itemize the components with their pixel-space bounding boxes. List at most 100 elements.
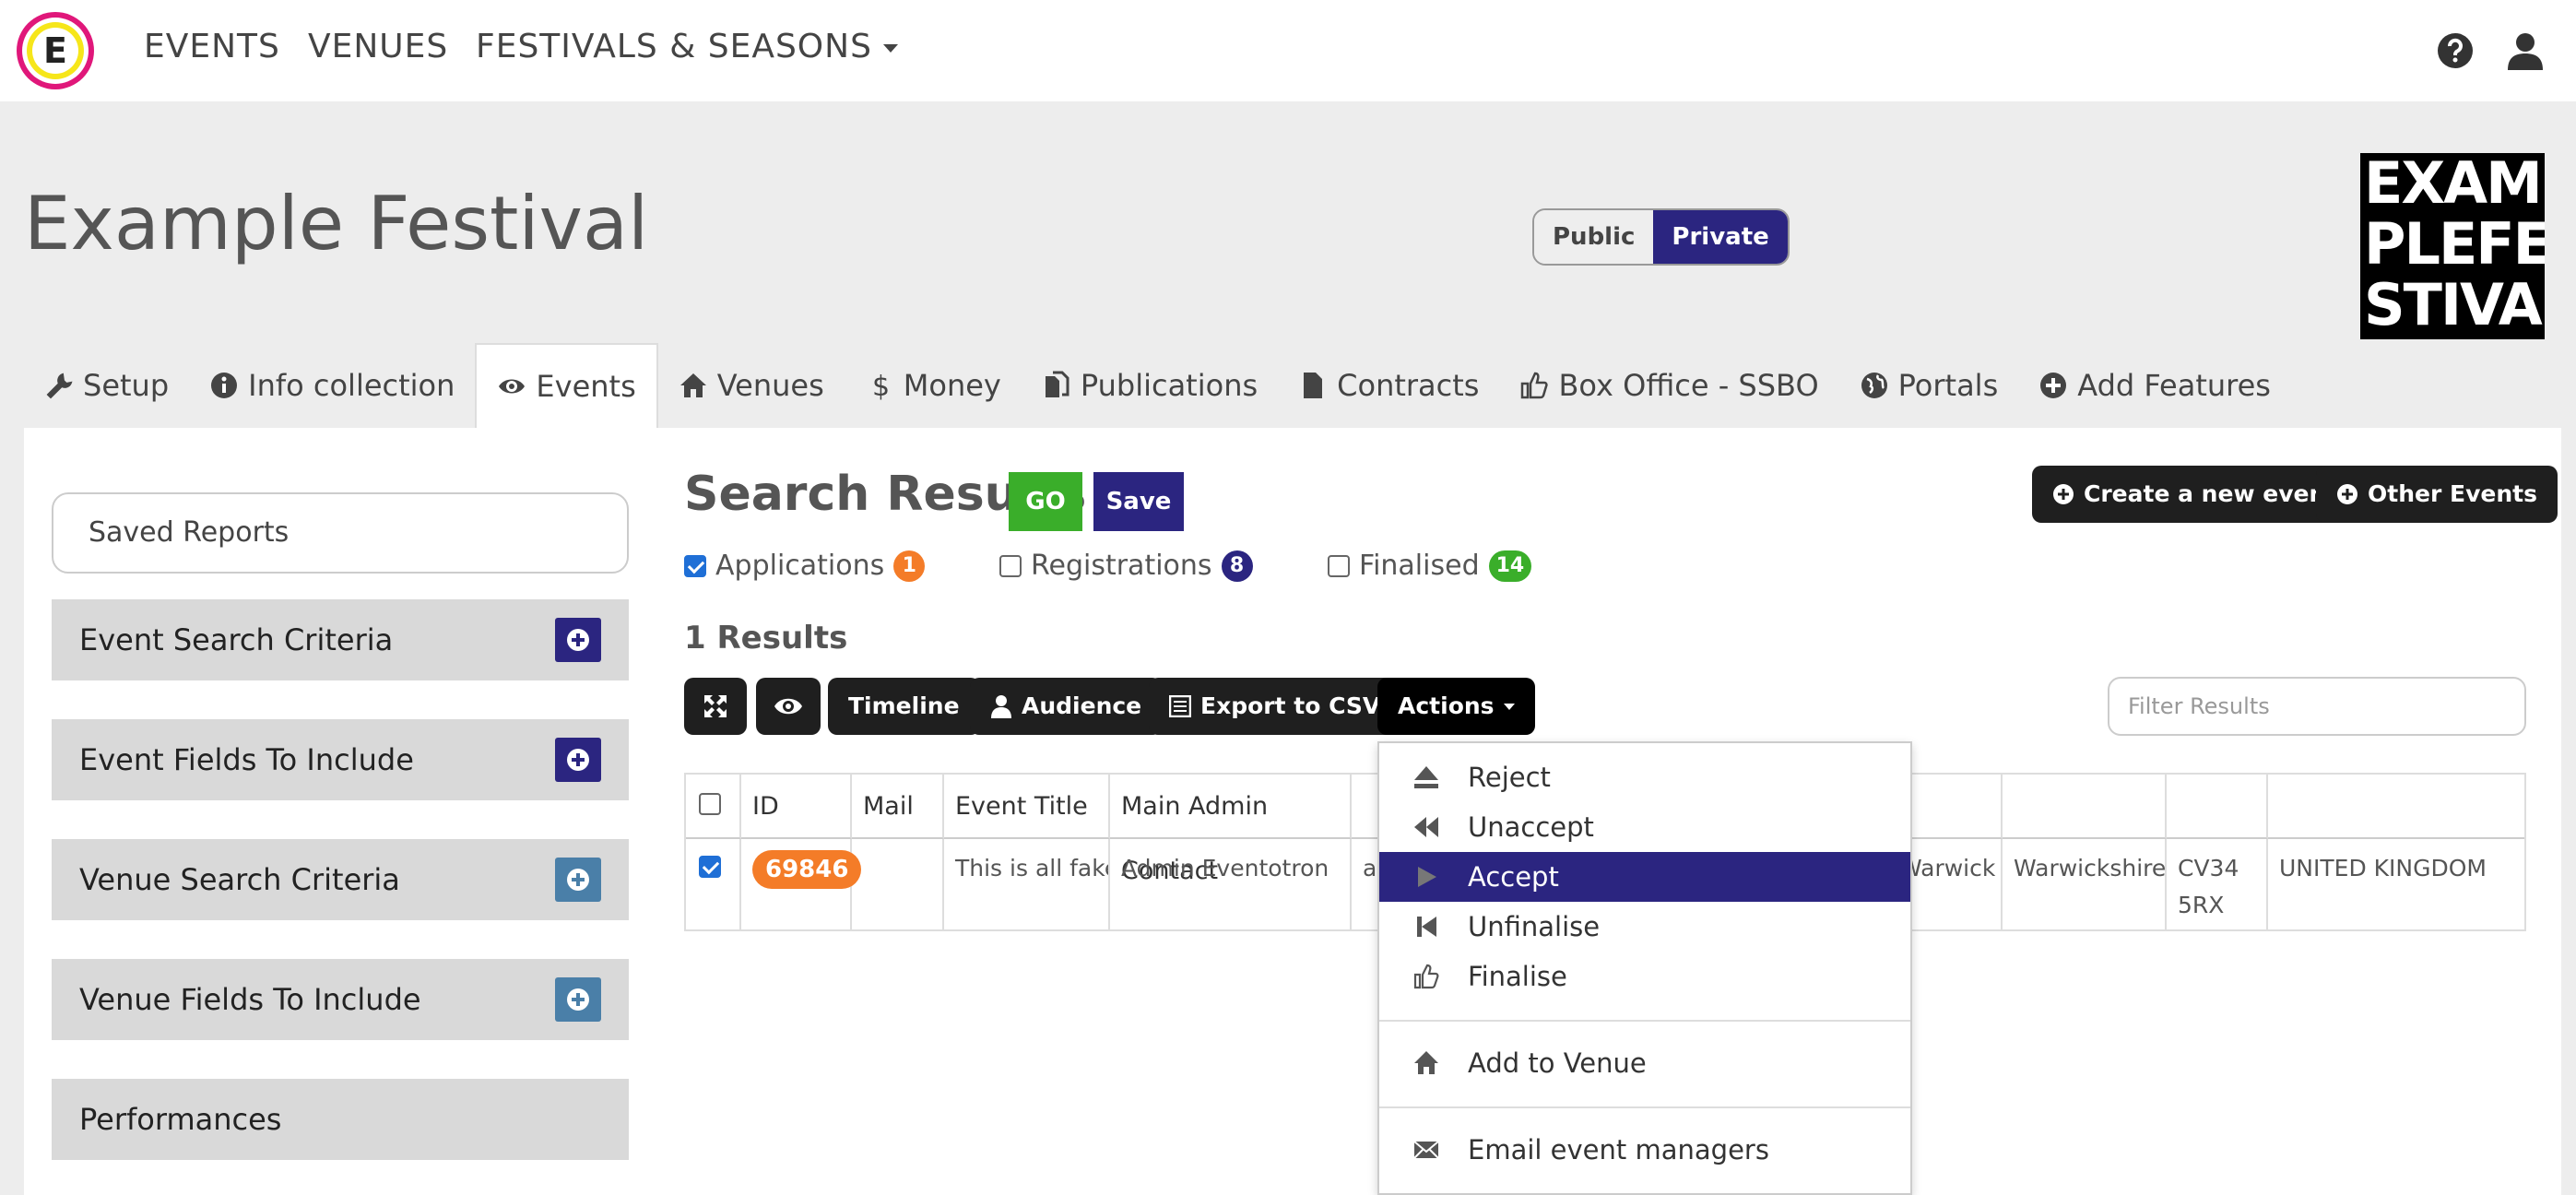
user-icon[interactable] bbox=[2506, 31, 2545, 70]
tab-label: Add Features bbox=[2077, 368, 2271, 403]
filter-applications[interactable]: Applications 1 bbox=[684, 550, 926, 582]
sidebar-event-fields[interactable]: Event Fields To Include bbox=[52, 719, 629, 800]
sidebar-performances[interactable]: Performances bbox=[52, 1079, 629, 1160]
actions-dropdown-menu: Reject Unaccept Accept Unfinalise Finali… bbox=[1377, 741, 1912, 1195]
menu-item-accept[interactable]: Accept bbox=[1379, 852, 1910, 902]
nav-festivals-seasons[interactable]: FESTIVALS & SEASONS bbox=[476, 28, 898, 65]
view-button[interactable] bbox=[756, 678, 821, 735]
tab-setup[interactable]: Setup bbox=[24, 343, 189, 428]
menu-item-label: Email event managers bbox=[1468, 1134, 1769, 1165]
expand-plus-icon[interactable] bbox=[555, 858, 601, 902]
menu-divider bbox=[1379, 1106, 1910, 1108]
menu-item-email-managers[interactable]: Email event managers bbox=[1379, 1125, 1910, 1175]
expand-plus-icon[interactable] bbox=[555, 977, 601, 1022]
tab-portals[interactable]: Portals bbox=[1839, 343, 2019, 428]
other-events-button[interactable]: Other Events bbox=[2316, 466, 2558, 523]
logo-letter: E bbox=[32, 28, 78, 74]
tab-label: Info collection bbox=[248, 368, 455, 403]
expand-button[interactable] bbox=[684, 678, 747, 735]
app-logo[interactable]: E bbox=[17, 12, 94, 89]
home-icon bbox=[1414, 1051, 1438, 1074]
sidebar-section-label: Event Fields To Include bbox=[79, 742, 414, 777]
sidebar-section-label: Performances bbox=[79, 1102, 282, 1137]
expand-plus-icon[interactable] bbox=[555, 738, 601, 782]
nav-venues[interactable]: VENUES bbox=[308, 28, 448, 65]
applications-checkbox[interactable] bbox=[684, 554, 706, 577]
tab-add-features[interactable]: Add Features bbox=[2018, 343, 2291, 428]
menu-item-unaccept[interactable]: Unaccept bbox=[1379, 802, 1910, 852]
tab-venues[interactable]: Venues bbox=[658, 343, 845, 428]
tab-contracts[interactable]: Contracts bbox=[1278, 343, 1499, 428]
row-select-cell bbox=[686, 839, 741, 931]
tab-money[interactable]: $ Money bbox=[845, 343, 1022, 428]
filter-label: Applications bbox=[715, 550, 885, 582]
menu-item-reject[interactable]: Reject bbox=[1379, 752, 1910, 802]
nav-events[interactable]: EVENTS bbox=[144, 28, 280, 65]
eject-icon bbox=[1414, 766, 1438, 788]
column-header-id[interactable]: ID bbox=[741, 775, 852, 839]
go-button[interactable]: GO bbox=[1009, 472, 1082, 531]
thumbs-up-icon bbox=[1521, 372, 1549, 399]
saved-reports-select[interactable]: Saved Reports bbox=[52, 492, 629, 574]
table-row-event-title: This is all fake bbox=[944, 839, 1110, 931]
help-icon[interactable] bbox=[2436, 31, 2475, 70]
table-row-country: UNITED KINGDOM bbox=[2279, 855, 2487, 881]
filter-results-input[interactable]: Filter Results bbox=[2108, 677, 2526, 736]
create-event-label: Create a new event bbox=[2084, 480, 2337, 507]
step-backward-icon bbox=[1417, 917, 1436, 937]
table-row-postcode: CV34 5RX bbox=[2167, 839, 2268, 931]
tab-box-office[interactable]: Box Office - SSBO bbox=[1499, 343, 1838, 428]
menu-item-label: Accept bbox=[1468, 861, 1559, 893]
filter-registrations[interactable]: Registrations 8 bbox=[999, 550, 1253, 582]
actions-dropdown-button[interactable]: Actions bbox=[1377, 678, 1535, 735]
wrench-icon bbox=[46, 373, 73, 399]
export-csv-button[interactable]: Export to CSV bbox=[1149, 678, 1401, 735]
tab-publications[interactable]: Publications bbox=[1022, 343, 1278, 428]
menu-divider bbox=[1379, 1020, 1910, 1022]
menu-item-finalise[interactable]: Finalise bbox=[1379, 952, 1910, 1001]
finalised-checkbox[interactable] bbox=[1328, 554, 1350, 577]
toggle-public[interactable]: Public bbox=[1534, 210, 1654, 264]
thumbs-up-icon bbox=[1413, 964, 1439, 989]
tab-label: Setup bbox=[83, 368, 170, 403]
tab-info-collection[interactable]: Info collection bbox=[189, 343, 475, 428]
column-header-mail[interactable]: Mail bbox=[852, 775, 944, 839]
expand-plus-icon[interactable] bbox=[555, 618, 601, 662]
tab-events[interactable]: Events bbox=[475, 343, 658, 428]
visibility-toggle[interactable]: Public Private bbox=[1532, 208, 1790, 266]
top-navbar: E EVENTS VENUES FESTIVALS & SEASONS bbox=[0, 0, 2576, 101]
menu-item-label: Reject bbox=[1468, 762, 1551, 793]
column-header[interactable] bbox=[2167, 775, 2268, 839]
timeline-button[interactable]: Timeline bbox=[828, 678, 980, 735]
menu-item-add-to-venue[interactable]: Add to Venue bbox=[1379, 1038, 1910, 1088]
menu-item-unfinalise[interactable]: Unfinalise bbox=[1379, 902, 1910, 952]
play-icon bbox=[1418, 867, 1436, 887]
audience-button[interactable]: Audience bbox=[970, 678, 1163, 735]
tab-label: Contracts bbox=[1337, 368, 1480, 403]
column-header[interactable] bbox=[2268, 775, 2524, 839]
sidebar-event-search-criteria[interactable]: Event Search Criteria bbox=[52, 599, 629, 680]
plus-circle-icon bbox=[2053, 484, 2074, 504]
festival-logo-line: PLEFE bbox=[2364, 210, 2545, 278]
registrations-checkbox[interactable] bbox=[999, 554, 1022, 577]
tab-label: Portals bbox=[1897, 368, 1999, 403]
tab-label: Publications bbox=[1080, 368, 1258, 403]
column-header[interactable] bbox=[2003, 775, 2167, 839]
row-checkbox[interactable] bbox=[699, 856, 721, 878]
select-all-header bbox=[686, 775, 741, 839]
sidebar-venue-search-criteria[interactable]: Venue Search Criteria bbox=[52, 839, 629, 920]
caret-down-icon bbox=[882, 43, 898, 53]
filter-finalised[interactable]: Finalised 14 bbox=[1328, 550, 1532, 582]
plus-circle-icon bbox=[2040, 373, 2067, 398]
eye-icon bbox=[774, 698, 802, 715]
sidebar-venue-fields[interactable]: Venue Fields To Include bbox=[52, 959, 629, 1040]
event-id-badge[interactable]: 69846 bbox=[752, 850, 862, 889]
create-event-button[interactable]: Create a new event bbox=[2032, 466, 2357, 523]
svg-text:$: $ bbox=[872, 371, 890, 400]
column-header-event-title[interactable]: Event Title bbox=[944, 775, 1110, 839]
audience-label: Audience bbox=[1022, 692, 1142, 719]
save-button[interactable]: Save bbox=[1093, 472, 1184, 531]
select-all-checkbox[interactable] bbox=[699, 793, 721, 815]
toggle-private[interactable]: Private bbox=[1653, 210, 1788, 264]
column-header-main-admin-contact[interactable]: Main Admin Contact bbox=[1110, 775, 1352, 885]
